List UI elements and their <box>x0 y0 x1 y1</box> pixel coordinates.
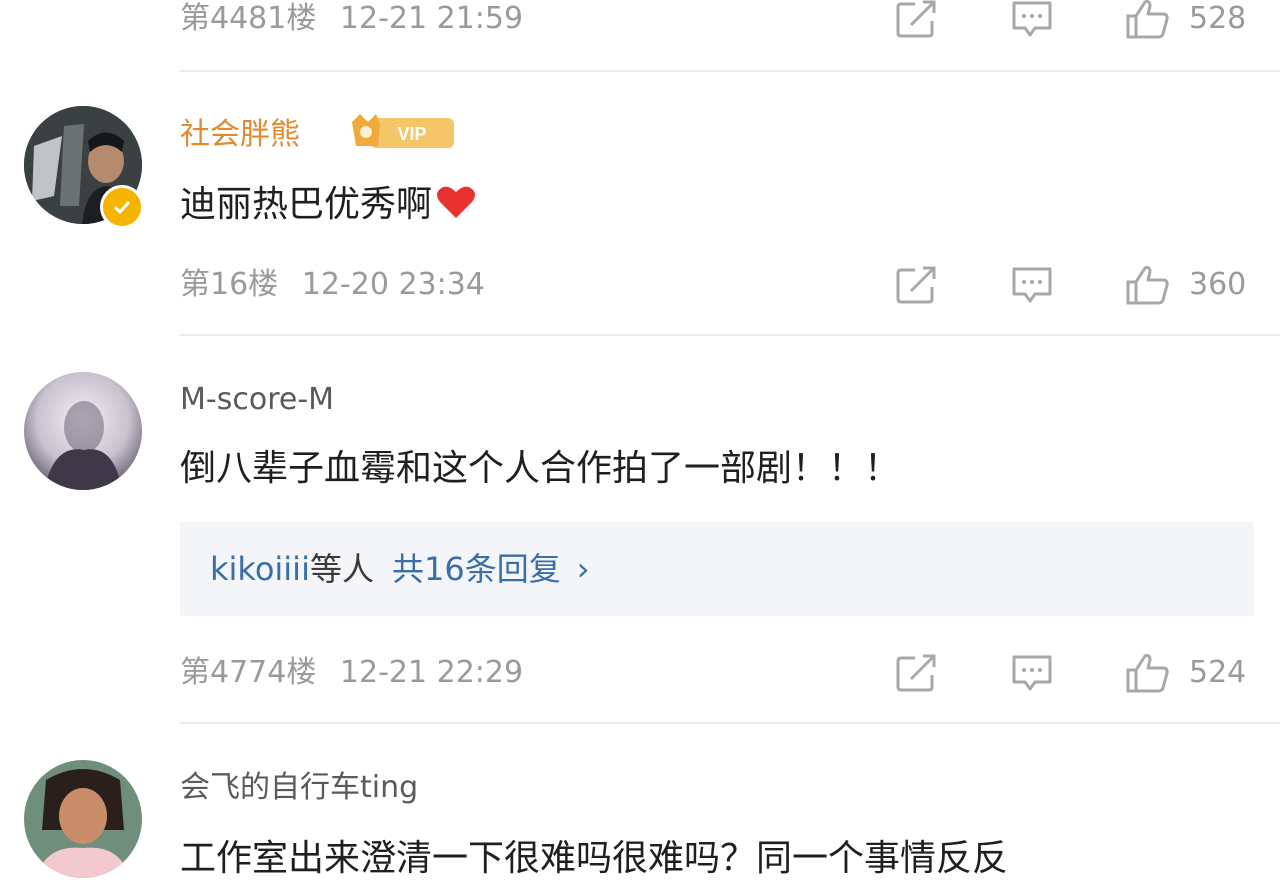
comment-content: 工作室出来澄清一下很难吗很难吗？同一个事情反反 <box>180 834 1008 884</box>
share-button[interactable] <box>895 648 939 698</box>
reply-preview[interactable]: kikoiiii等人 共16条回复 › <box>180 522 1254 616</box>
comment-actions: 360 <box>895 260 1280 310</box>
vip-badge-icon: VIP <box>350 110 456 152</box>
like-icon <box>1126 266 1169 305</box>
comment-icon <box>1012 267 1052 303</box>
comment-time: 12-21 21:59 <box>339 1 524 36</box>
divider <box>180 722 1280 724</box>
like-count: 528 <box>1189 1 1247 36</box>
username[interactable]: M-score-M <box>180 380 334 420</box>
like-icon <box>1126 654 1169 693</box>
reply-users-suffix: 等人 <box>309 550 374 588</box>
comment-text: 迪丽热巴优秀啊 <box>180 184 433 225</box>
reply-count-link[interactable]: 共16条回复 <box>392 550 561 588</box>
heart-icon <box>437 186 476 218</box>
username[interactable]: 会飞的自行车ting <box>180 768 418 808</box>
comment-content: 倒八辈子血霉和这个人合作拍了一部剧！！！ <box>180 444 900 494</box>
comment-button[interactable] <box>1010 260 1054 310</box>
comment-text: 倒八辈子血霉和这个人合作拍了一部剧！！！ <box>180 448 901 489</box>
divider <box>180 334 1280 336</box>
avatar[interactable] <box>24 760 142 878</box>
share-button[interactable] <box>895 260 939 310</box>
divider <box>180 70 1280 72</box>
share-icon <box>896 266 936 304</box>
comment-feed: 第4481楼 12-21 21:59 528 社会胖熊 VIP 迪丽热巴优秀啊 … <box>0 0 1280 896</box>
reply-summary: kikoiiii等人 共16条回复 › <box>210 522 590 616</box>
floor-number: 第4481楼 <box>180 1 317 36</box>
chevron-right-icon: › <box>576 550 590 588</box>
comment-meta-row: 第4481楼 12-21 21:59 528 <box>180 0 1280 44</box>
share-icon <box>896 654 936 692</box>
comment-button[interactable] <box>1010 648 1054 698</box>
like-icon <box>1126 0 1169 39</box>
share-icon <box>896 0 936 38</box>
username[interactable]: 社会胖熊 <box>180 115 300 155</box>
comment-meta-row: 第16楼 12-20 23:34 360 <box>180 260 1280 310</box>
comment-content: 迪丽热巴优秀啊 <box>180 180 476 230</box>
floor-number: 第16楼 <box>180 267 279 302</box>
comment-icon <box>1012 1 1052 37</box>
floor-number: 第4774楼 <box>180 655 317 690</box>
comment-time: 12-21 22:29 <box>339 655 524 690</box>
like-button[interactable]: 528 <box>1125 0 1246 44</box>
avatar[interactable] <box>24 372 142 490</box>
verified-icon <box>100 185 144 229</box>
like-count: 524 <box>1189 655 1247 690</box>
comment-meta-row: 第4774楼 12-21 22:29 524 <box>180 648 1280 698</box>
share-button[interactable] <box>895 0 939 44</box>
comment-actions: 528 <box>895 0 1280 44</box>
comment-meta: 第4481楼 12-21 21:59 <box>180 0 523 44</box>
comment-text: 工作室出来澄清一下很难吗很难吗？同一个事情反反 <box>180 838 1009 879</box>
comment-time: 12-20 23:34 <box>301 267 485 302</box>
like-button[interactable]: 360 <box>1125 260 1246 310</box>
comment-actions: 524 <box>895 648 1280 698</box>
comment-meta: 第16楼 12-20 23:34 <box>180 260 485 310</box>
comment-button[interactable] <box>1010 0 1054 44</box>
like-button[interactable]: 524 <box>1125 648 1246 698</box>
vip-label: VIP <box>397 124 426 144</box>
reply-users[interactable]: kikoiiii <box>210 550 310 588</box>
comment-meta: 第4774楼 12-21 22:29 <box>180 648 523 698</box>
like-count: 360 <box>1189 267 1247 302</box>
comment-icon <box>1012 655 1052 691</box>
